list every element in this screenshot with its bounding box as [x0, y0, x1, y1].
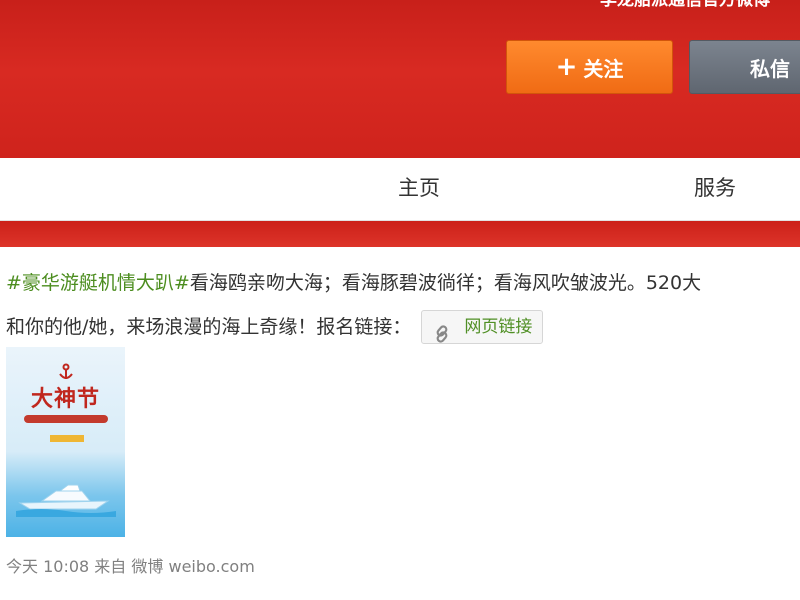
message-label: 私信 — [750, 56, 790, 81]
profile-nav: 主页 服务 — [0, 158, 800, 221]
profile-subtitle: 李龙船派通信官方微博 — [600, 0, 770, 10]
link-icon — [432, 317, 452, 343]
profile-banner: 李龙船派通信官方微博 + 关注 私信 — [0, 0, 800, 158]
plus-icon: + — [555, 52, 578, 82]
post-text-1: 看海鸥亲吻大海；看海豚碧波徜徉；看海风吹皱波光。520大 — [189, 272, 702, 294]
web-link-button[interactable]: 网页链接 — [421, 310, 544, 344]
topic-text: #豪华游艇机情大趴# — [6, 272, 190, 294]
weibo-post: #豪华游艇机情大趴#看海鸥亲吻大海；看海豚碧波徜徉；看海风吹皱波光。520大 和… — [0, 247, 800, 600]
tab-home[interactable]: 主页 — [398, 158, 440, 220]
follow-label: 关注 — [583, 56, 624, 81]
source-prefix: 来自 — [94, 557, 127, 576]
topic-link[interactable]: #豪华游艇机情大趴# — [6, 272, 190, 294]
post-meta: 今天 10:08 来自 微博 weibo.com — [6, 553, 255, 577]
anchor-icon — [57, 363, 75, 381]
image-button-shape — [50, 435, 84, 442]
yacht-illustration — [16, 484, 116, 517]
message-button[interactable]: 私信 — [689, 40, 800, 94]
post-line-1: #豪华游艇机情大趴#看海鸥亲吻大海；看海豚碧波徜徉；看海风吹皱波光。520大 — [6, 261, 800, 305]
post-image[interactable]: 大神节 — [6, 347, 125, 537]
post-source[interactable]: 微博 weibo.com — [131, 557, 254, 576]
post-time[interactable]: 今天 10:08 — [6, 557, 89, 576]
section-divider — [0, 221, 800, 247]
web-link-label: 网页链接 — [464, 317, 533, 337]
image-banner-stripe — [24, 415, 108, 423]
post-text-2: 和你的他/她，来场浪漫的海上奇缘！报名链接： — [6, 316, 412, 338]
post-line-2: 和你的他/她，来场浪漫的海上奇缘！报名链接： 网页链接 — [6, 305, 800, 349]
post-body: #豪华游艇机情大趴#看海鸥亲吻大海；看海豚碧波徜徉；看海风吹皱波光。520大 和… — [6, 261, 800, 349]
follow-button[interactable]: + 关注 — [506, 40, 673, 94]
image-title: 大神节 — [30, 387, 100, 412]
tab-service[interactable]: 服务 — [694, 158, 736, 220]
